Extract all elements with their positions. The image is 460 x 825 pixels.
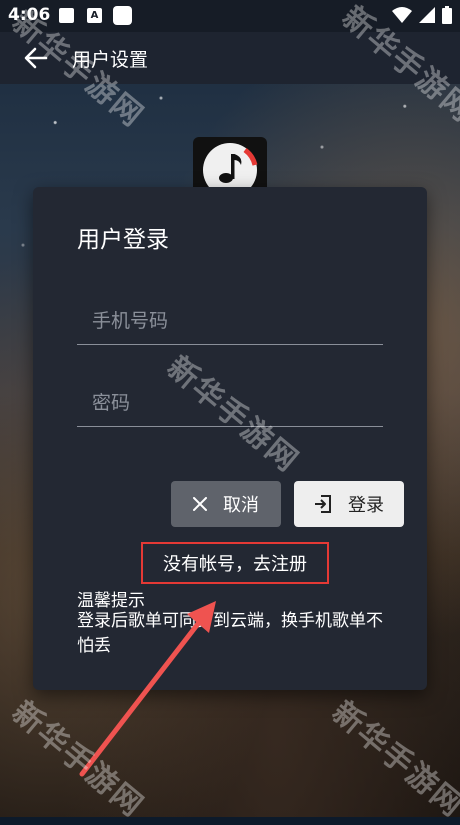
password-input[interactable] [77,379,383,427]
cancel-button[interactable]: 取消 [171,481,281,527]
battery-icon [442,6,452,24]
login-button[interactable]: 登录 [294,481,404,527]
app-bar: 用户设置 [0,32,460,84]
register-link[interactable]: 没有帐号，去注册 [141,542,329,584]
login-icon [315,495,331,513]
login-dialog: 用户登录 取消 登录 没有帐号，去注册 温馨提示 登录后歌单可同步到云端，换手机… [33,187,427,690]
tip-title: 温馨提示 [77,591,145,611]
arrow-left-icon[interactable] [22,44,50,72]
notification-square-icon [59,8,74,23]
status-bar: 4:06 A [0,0,460,32]
tip-body: 登录后歌单可同步到云端，换手机歌单不怕丢 [77,611,383,656]
dialog-title: 用户登录 [77,227,169,253]
status-time: 4:06 [8,5,51,25]
status-right-icons [392,6,452,24]
signal-icon [419,7,435,23]
notification-app-icon [113,6,132,25]
phone-input[interactable] [77,297,383,345]
page-title: 用户设置 [72,49,149,71]
close-icon [193,497,207,511]
wifi-icon [392,7,412,23]
cancel-button-label: 取消 [223,495,259,516]
login-button-label: 登录 [348,495,384,516]
notification-a-icon: A [87,8,102,23]
